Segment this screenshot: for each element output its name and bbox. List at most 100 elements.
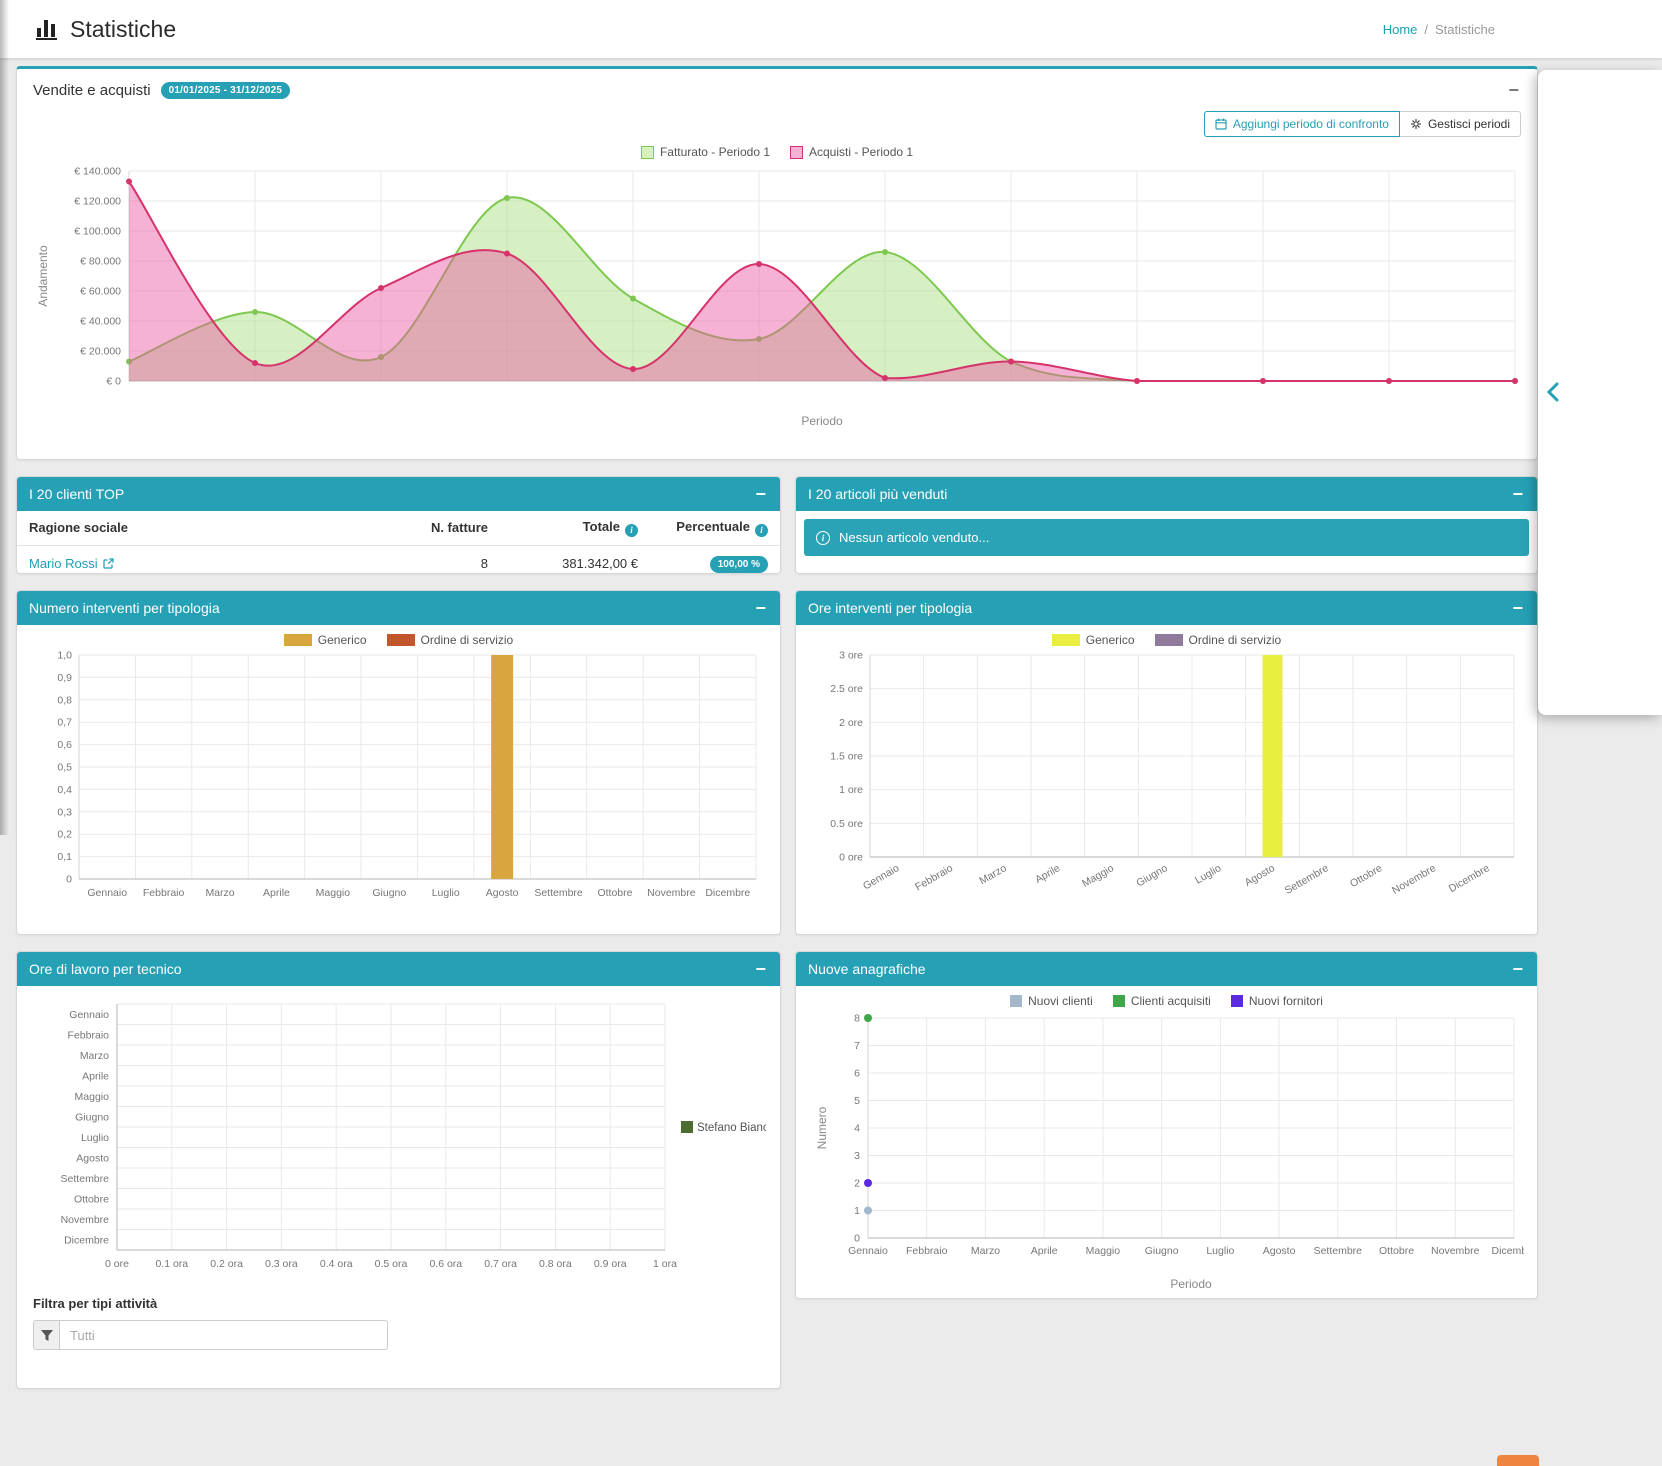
svg-text:0,8: 0,8	[57, 694, 72, 706]
svg-text:5: 5	[854, 1095, 860, 1107]
legend-item[interactable]: Generico	[284, 633, 367, 647]
svg-text:Settembre: Settembre	[534, 887, 583, 899]
svg-text:Agosto: Agosto	[486, 887, 519, 899]
filter-label: Filtra per tipi attività	[33, 1296, 764, 1311]
chevron-left-icon[interactable]	[1546, 382, 1560, 402]
add-period-button[interactable]: Aggiungi periodo di confronto	[1204, 111, 1400, 137]
svg-text:0.8 ora: 0.8 ora	[539, 1258, 572, 1270]
svg-text:0: 0	[66, 874, 72, 886]
svg-text:Gennaio: Gennaio	[69, 1009, 109, 1021]
collapse-sales-panel-button[interactable]: −	[1506, 81, 1521, 99]
svg-text:€ 60.000: € 60.000	[80, 286, 121, 298]
new-records-title: Nuove anagrafiche	[808, 961, 926, 977]
filter-button[interactable]	[33, 1320, 60, 1350]
legend-item[interactable]: Generico	[1052, 633, 1135, 647]
svg-text:1: 1	[854, 1205, 860, 1217]
client-link[interactable]: Mario Rossi	[29, 556, 114, 571]
svg-text:€ 40.000: € 40.000	[80, 316, 121, 328]
legend-item[interactable]: Nuovi fornitori	[1231, 994, 1323, 1008]
svg-text:Giugno: Giugno	[1145, 1245, 1179, 1257]
svg-text:Novembre: Novembre	[1431, 1245, 1480, 1257]
new-records-panel: Nuove anagrafiche − Nuovi clienti Clienti…	[795, 951, 1538, 1299]
svg-text:0,4: 0,4	[57, 784, 72, 796]
svg-text:€ 80.000: € 80.000	[80, 256, 121, 268]
legend-item[interactable]: Clienti acquisiti	[1113, 994, 1211, 1008]
collapse-new-records-button[interactable]: −	[1510, 960, 1525, 978]
new-records-chart: 876543210GennaioFebbraioMarzoAprileMaggi…	[812, 1010, 1524, 1294]
svg-text:0.3 ora: 0.3 ora	[265, 1258, 298, 1270]
svg-text:Periodo: Periodo	[801, 414, 843, 428]
percent-badge: 100,00 %	[710, 556, 768, 573]
top-clients-panel: I 20 clienti TOP − Ragione sociale N. fa…	[16, 476, 781, 574]
svg-text:Settembre: Settembre	[61, 1173, 110, 1185]
svg-text:Marzo: Marzo	[80, 1050, 109, 1062]
bottom-action-button[interactable]	[1497, 1455, 1539, 1466]
legend-item[interactable]: Ordine di servizio	[1155, 633, 1282, 647]
legend-swatch	[1155, 634, 1183, 646]
svg-text:€ 20.000: € 20.000	[80, 346, 121, 358]
new-records-legend: Nuovi clienti Clienti acquisiti Nuovi forn…	[796, 994, 1537, 1008]
collapse-interventions-hours-button[interactable]: −	[1510, 599, 1525, 617]
svg-text:Gennaio: Gennaio	[861, 862, 902, 892]
manage-periods-button[interactable]: Gestisci periodi	[1400, 111, 1521, 137]
collapse-work-hours-button[interactable]: −	[753, 960, 768, 978]
svg-text:€ 100.000: € 100.000	[74, 226, 121, 238]
no-articles-alert: i Nessun articolo venduto...	[804, 519, 1529, 556]
legend-swatch	[387, 634, 415, 646]
collapse-top-articles-button[interactable]: −	[1510, 485, 1525, 503]
svg-text:Settembre: Settembre	[1283, 862, 1331, 897]
svg-text:0,3: 0,3	[57, 806, 72, 818]
filter-icon	[40, 1329, 54, 1342]
activity-type-filter-input[interactable]	[60, 1320, 388, 1350]
info-icon[interactable]: i	[755, 524, 768, 537]
svg-text:8: 8	[854, 1013, 860, 1025]
svg-text:Gennaio: Gennaio	[848, 1245, 888, 1257]
legend-item[interactable]: Fatturato - Periodo 1	[641, 145, 770, 159]
svg-text:0 ore: 0 ore	[839, 852, 863, 864]
svg-text:0,1: 0,1	[57, 851, 72, 863]
svg-text:0.1 ora: 0.1 ora	[155, 1258, 188, 1270]
legend-item[interactable]: Ordine di servizio	[387, 633, 514, 647]
svg-text:Aprile: Aprile	[82, 1070, 109, 1082]
sales-purchases-chart: € 140.000€ 120.000€ 100.000€ 80.000€ 60.…	[33, 161, 1523, 433]
svg-text:Dicembre: Dicembre	[1492, 1245, 1524, 1257]
breadcrumb-current: Statistiche	[1435, 22, 1495, 37]
legend-swatch	[1052, 634, 1080, 646]
svg-text:Luglio: Luglio	[1206, 1245, 1234, 1257]
svg-text:Numero: Numero	[815, 1106, 829, 1149]
interventions-count-panel: Numero interventi per tipologia − Generi…	[16, 590, 781, 935]
legend-swatch	[1113, 995, 1125, 1007]
side-flyout-panel	[1538, 70, 1662, 715]
svg-text:Settembre: Settembre	[1314, 1245, 1363, 1257]
client-invoices: 8	[380, 545, 500, 574]
svg-text:2: 2	[854, 1178, 860, 1190]
column-header-total: Totalei	[500, 511, 650, 545]
svg-text:Aprile: Aprile	[1031, 1245, 1058, 1257]
svg-text:2.5 ore: 2.5 ore	[830, 683, 863, 695]
top-clients-title: I 20 clienti TOP	[29, 486, 124, 502]
column-header-invoices: N. fatture	[380, 511, 500, 545]
svg-text:6: 6	[854, 1068, 860, 1080]
svg-text:Periodo: Periodo	[1170, 1277, 1212, 1291]
interventions-hours-chart: 3 ore2.5 ore2 ore1.5 ore1 ore0.5 ore0 or…	[812, 649, 1524, 917]
svg-text:Ottobre: Ottobre	[597, 887, 632, 899]
legend-item[interactable]: Acquisti - Periodo 1	[790, 145, 913, 159]
legend-item[interactable]: Nuovi clienti	[1010, 994, 1093, 1008]
interventions-count-title: Numero interventi per tipologia	[29, 600, 220, 616]
svg-text:Maggio: Maggio	[1080, 862, 1116, 890]
info-icon: i	[816, 531, 830, 545]
breadcrumb-home-link[interactable]: Home	[1383, 22, 1418, 37]
svg-text:Maggio: Maggio	[75, 1091, 110, 1103]
collapse-interventions-count-button[interactable]: −	[753, 599, 768, 617]
svg-text:0 ore: 0 ore	[105, 1258, 129, 1270]
work-hours-title: Ore di lavoro per tecnico	[29, 961, 182, 977]
interventions-hours-panel: Ore interventi per tipologia − GenericoO…	[795, 590, 1538, 935]
svg-text:3: 3	[854, 1150, 860, 1162]
svg-text:Stefano Bianchi: Stefano Bianchi	[697, 1122, 766, 1134]
collapse-top-clients-button[interactable]: −	[753, 485, 768, 503]
svg-text:€ 120.000: € 120.000	[74, 196, 121, 208]
info-icon[interactable]: i	[625, 524, 638, 537]
svg-text:7: 7	[854, 1040, 860, 1052]
svg-text:0,5: 0,5	[57, 762, 72, 774]
svg-text:Marzo: Marzo	[971, 1245, 1000, 1257]
